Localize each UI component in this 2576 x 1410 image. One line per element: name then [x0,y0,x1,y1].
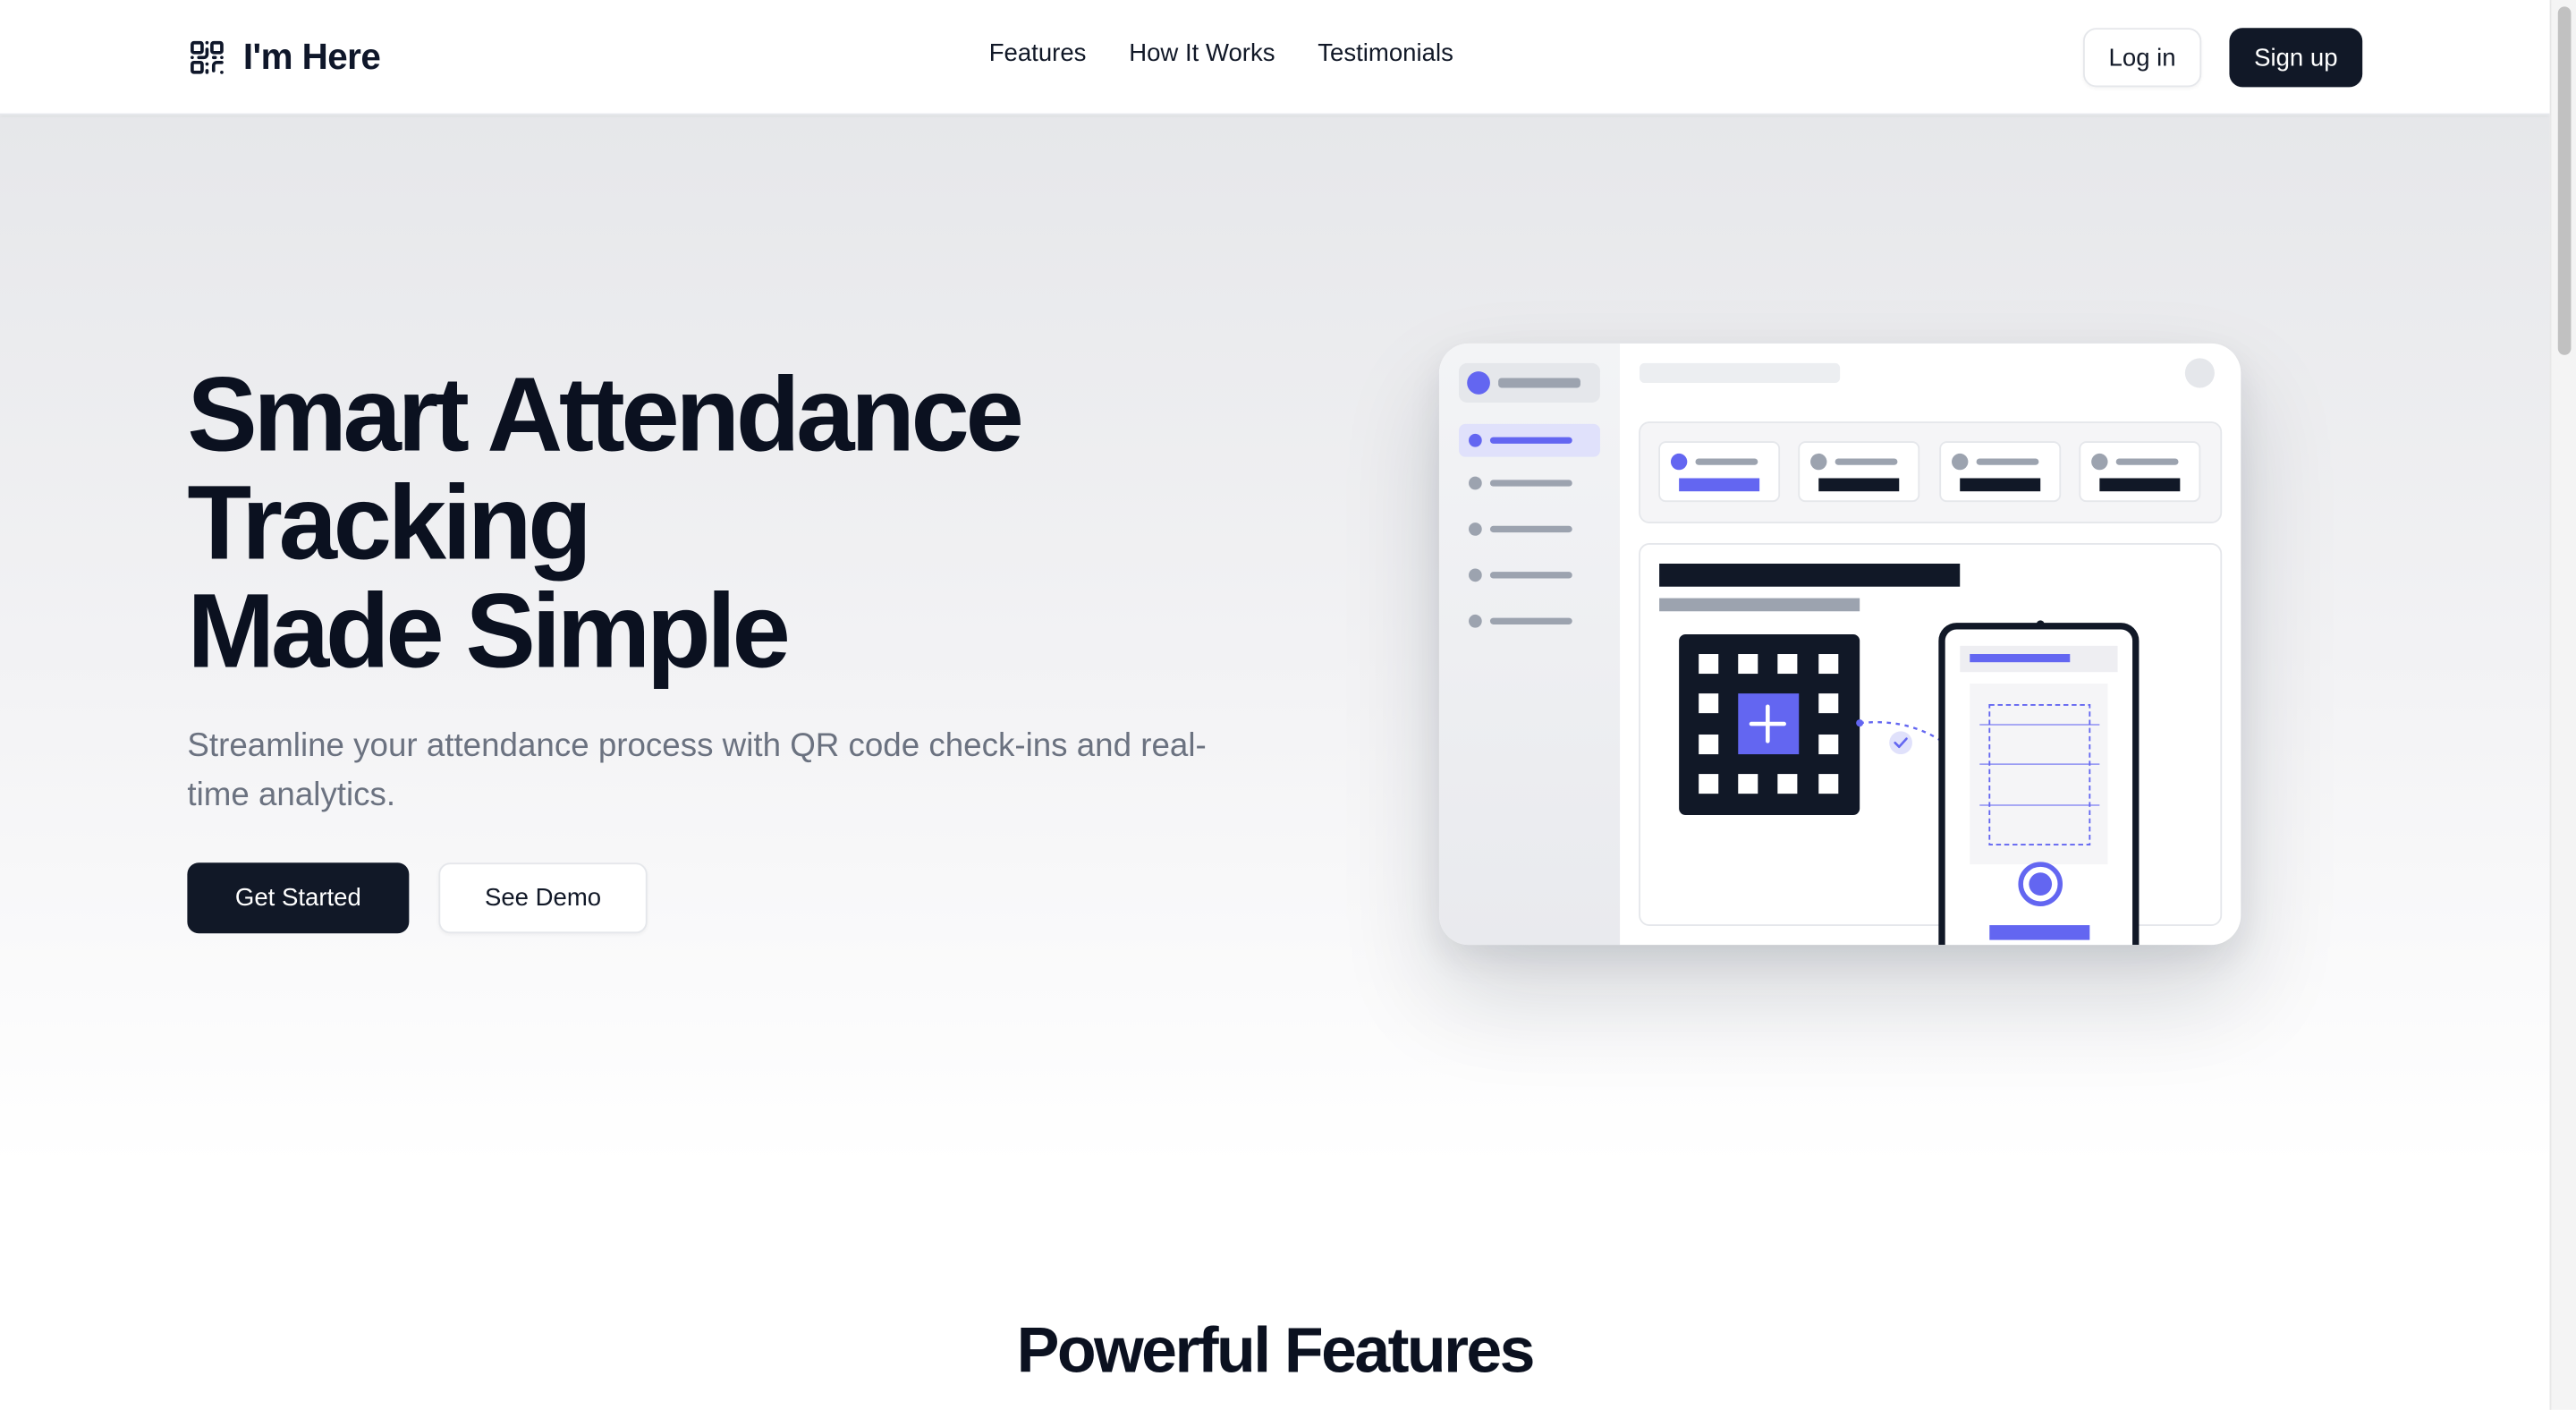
nav-link-features[interactable]: Features [989,39,1087,67]
hero-title-line-1: Smart Attendance [187,354,1023,473]
page-scrollbar[interactable] [2549,0,2576,1410]
hero-title-line-2: Tracking [187,463,592,582]
hero-title: Smart Attendance Tracking Made Simple [187,354,1023,691]
dashboard-illustration [1438,343,2241,946]
qr-code-icon [191,40,224,74]
signup-button[interactable]: Sign up [2229,28,2363,88]
hero-section: Smart Attendance Tracking Made Simple St… [0,115,2550,1168]
landing-page: I'm Here Features How It Works Testimoni… [0,0,2576,1410]
get-started-button[interactable]: Get Started [187,862,410,934]
nav-link-testimonials[interactable]: Testimonials [1318,39,1453,67]
hero-subtitle: Streamline your attendance process with … [187,727,1207,814]
nav-link-how-it-works[interactable]: How It Works [1129,39,1275,67]
scrollbar-thumb[interactable] [2557,6,2572,355]
login-button[interactable]: Log in [2082,28,2202,88]
brand-logo[interactable]: I'm Here [187,36,381,79]
features-heading: Powerful Features [1016,1316,1536,1388]
see-demo-button[interactable]: See Demo [438,862,648,934]
brand-name: I'm Here [242,36,381,78]
top-navigation-bar: I'm Here Features How It Works Testimoni… [0,0,2550,115]
dashboard-illustration-art [1438,343,2223,946]
main-nav: Features How It Works Testimonials [989,39,1453,67]
hero-title-line-3: Made Simple [187,572,790,691]
